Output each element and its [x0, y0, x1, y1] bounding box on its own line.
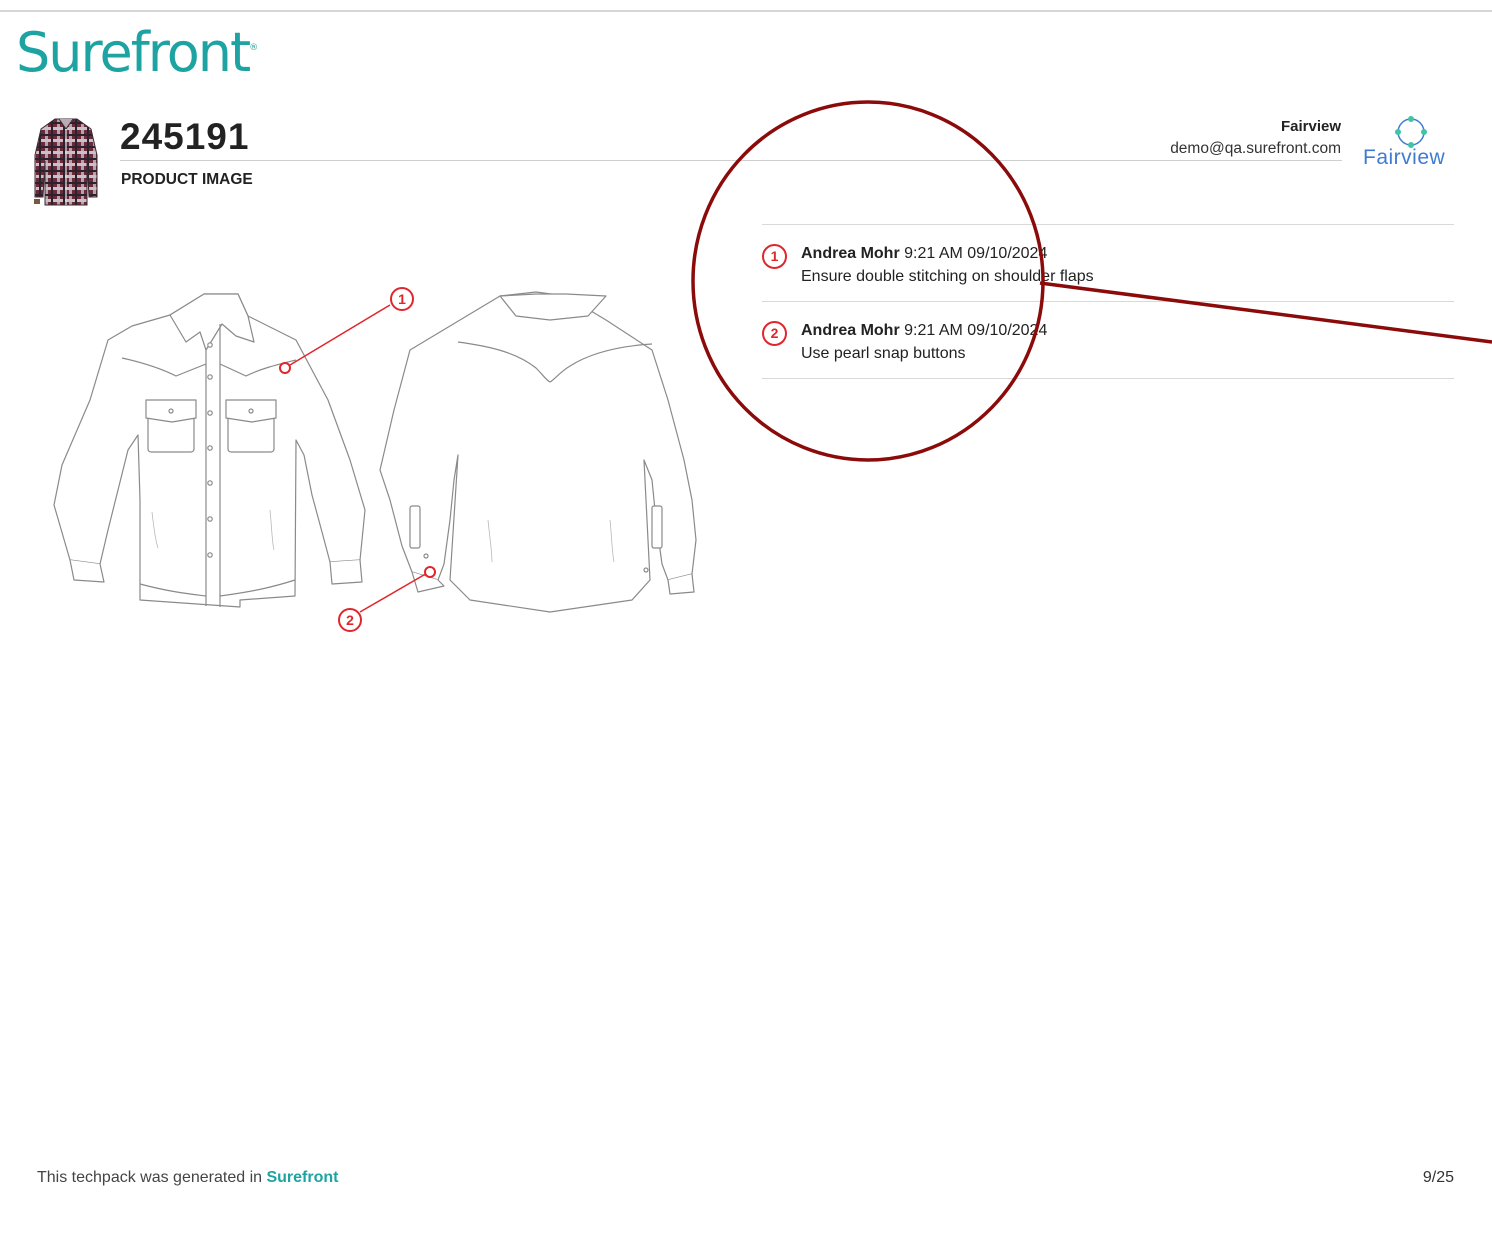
comments-list: 1 Andrea Mohr 9:21 AM 09/10/2024 Ensure …: [762, 224, 1454, 379]
comment-item[interactable]: 1 Andrea Mohr 9:21 AM 09/10/2024 Ensure …: [762, 224, 1454, 301]
surefront-logo: Surefront®: [16, 21, 259, 84]
footer-brand-link[interactable]: Surefront: [266, 1169, 338, 1186]
header-divider: [120, 160, 1342, 161]
comment-timestamp: 9:21 AM 09/10/2024: [904, 245, 1048, 262]
comment-text: Ensure double stitching on shoulder flap…: [801, 268, 1094, 285]
comment-meta: Andrea Mohr 9:21 AM 09/10/2024: [801, 245, 1047, 263]
footer-note: This techpack was generated in Surefront: [37, 1169, 339, 1186]
comment-meta: Andrea Mohr 9:21 AM 09/10/2024: [801, 322, 1047, 340]
account-name: Fairview: [1280, 118, 1341, 135]
fairview-logo-icon: [1395, 116, 1427, 148]
comment-timestamp: 9:21 AM 09/10/2024: [904, 322, 1048, 339]
top-divider: [0, 10, 1492, 12]
comment-author: Andrea Mohr: [801, 245, 900, 262]
product-number: 245191: [120, 116, 250, 157]
shirt-sketch: 1 2: [53, 287, 697, 632]
section-label: PRODUCT IMAGE: [121, 171, 253, 188]
fairview-logo: Fairview: [1360, 114, 1454, 174]
back-body: [379, 291, 697, 613]
comment-item[interactable]: 2 Andrea Mohr 9:21 AM 09/10/2024 Use pea…: [762, 301, 1454, 379]
fairview-logo-text: Fairview: [1363, 146, 1446, 169]
comment-number-badge: 2: [762, 321, 787, 346]
comment-number-badge: 1: [762, 244, 787, 269]
account-email: demo@qa.surefront.com: [1170, 140, 1341, 157]
page-number: 9/25: [1422, 1169, 1454, 1186]
product-thumbnail[interactable]: [33, 115, 99, 207]
comment-author: Andrea Mohr: [801, 322, 900, 339]
comment-text: Use pearl snap buttons: [801, 345, 966, 362]
svg-text:2: 2: [346, 612, 354, 628]
svg-text:1: 1: [398, 291, 406, 307]
